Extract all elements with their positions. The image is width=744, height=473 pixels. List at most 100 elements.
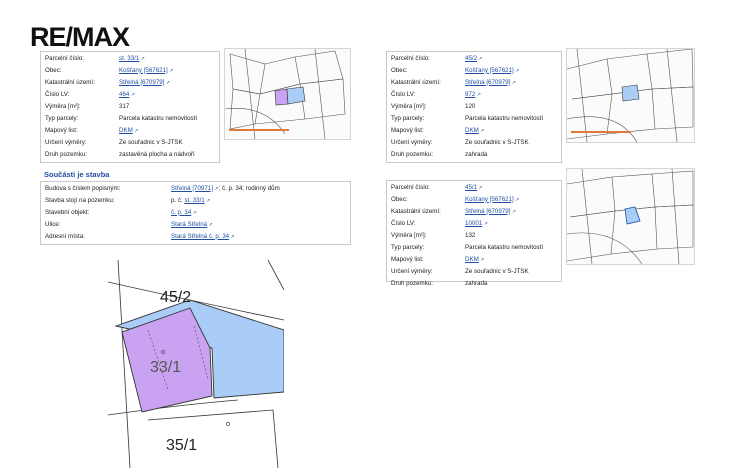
info-label: Parcelní číslo:: [391, 183, 430, 191]
info-value-cell: zahrada: [461, 148, 561, 160]
info-value-cell: Střelná [670979] ↗: [461, 76, 561, 88]
info-value: 132: [465, 231, 476, 239]
info-value-cell: 464 ↗: [115, 88, 219, 100]
external-link-icon[interactable]: ↗: [229, 234, 235, 240]
info-label: Ulice:: [45, 220, 61, 228]
info-label: Parcelní číslo:: [45, 54, 84, 62]
info-label: Stavba stojí na pozemku:: [45, 196, 115, 204]
info-value-cell: zahrada: [461, 277, 561, 289]
info-value: zastavěná plocha a nádvoří: [119, 150, 195, 158]
info-label: Obec:: [391, 195, 408, 203]
external-link-icon[interactable]: ↗: [514, 68, 519, 74]
external-link-icon[interactable]: ↗: [133, 128, 138, 134]
info-link[interactable]: 464: [119, 91, 129, 98]
external-link-icon[interactable]: ↗: [477, 185, 482, 191]
info-value-cell: Košťany [567621] ↗: [115, 64, 219, 76]
info-link[interactable]: Košťany [567621]: [465, 67, 514, 74]
external-link-icon[interactable]: ↗: [510, 209, 516, 215]
external-link-icon[interactable]: ↗: [514, 197, 519, 203]
external-link-icon[interactable]: ↗: [191, 210, 197, 216]
info-value: Parcela katastru nemovitostí: [465, 114, 544, 122]
info-row: Obec: Košťany [567621] ↗: [41, 64, 219, 76]
external-link-icon[interactable]: ↗: [479, 257, 484, 263]
info-link[interactable]: 10001: [465, 220, 482, 227]
info-link[interactable]: Košťany [567621]: [119, 67, 168, 74]
info-link[interactable]: 45/2: [465, 55, 477, 62]
external-link-icon[interactable]: ↗: [510, 80, 516, 86]
info-row: Katastrální území: Střelná [670979] ↗: [387, 76, 561, 88]
info-link[interactable]: DKM: [119, 127, 133, 134]
cadastral-map-thumb: [225, 49, 346, 139]
info-link[interactable]: Košťany [567621]: [465, 196, 514, 203]
cadastral-map-thumb: [567, 169, 694, 264]
info-link[interactable]: DKM: [465, 256, 479, 263]
info-value-cell: Parcela katastru nemovitostí: [461, 112, 561, 124]
parcel-map-thumbnail-2[interactable]: [566, 48, 695, 143]
info-link[interactable]: 972: [465, 91, 475, 98]
info-label: Druh pozemku:: [45, 150, 87, 158]
cadastral-map-svg: 45/2 33/1 35/1: [107, 259, 285, 469]
info-row: Katastrální území: Střelná [670979] ↗: [387, 205, 561, 217]
info-row: Parcelní číslo: 45/2 ↗: [387, 52, 561, 64]
info-label: Druh pozemku:: [391, 150, 433, 158]
parcel-map-thumbnail-1[interactable]: [224, 48, 351, 140]
info-row: Ulice: Stará Střelná ↗: [41, 218, 350, 230]
info-row: Mapový list: DKM ↗: [387, 124, 561, 136]
external-link-icon[interactable]: ↗: [475, 92, 481, 98]
external-link-icon[interactable]: ↗: [129, 92, 135, 98]
info-value-cell: Střelná [670979] ↗: [115, 76, 219, 88]
info-link[interactable]: Stará Střelná: [171, 221, 207, 228]
info-row: Určení výměry: Ze souřadnic v S-JTSK: [387, 136, 561, 148]
info-link[interactable]: Střelná [670979]: [465, 79, 510, 86]
info-link[interactable]: Střelná [670979]: [119, 79, 164, 86]
info-value-cell: Stará Střelná ↗: [167, 218, 350, 230]
info-link[interactable]: Střelná [670979]: [465, 208, 510, 215]
info-row: Mapový list: DKM ↗: [41, 124, 219, 136]
info-label: Typ parcely:: [391, 114, 425, 122]
info-row: Číslo LV: 10001 ↗: [387, 217, 561, 229]
info-label: Adresní místa:: [45, 232, 85, 240]
info-row: Výměra [m²]: 132: [387, 229, 561, 241]
section-title-stavba: Součásti je stavba: [44, 170, 110, 179]
logo-text: RE/MAX: [30, 22, 130, 52]
external-link-icon[interactable]: ↗: [479, 128, 484, 134]
external-link-icon[interactable]: ↗: [164, 80, 170, 86]
info-link[interactable]: 45/1: [465, 184, 477, 191]
stavba-info: Budova s číslem popisným: Střelná [70971]…: [40, 181, 351, 245]
external-link-icon[interactable]: ↗: [207, 222, 213, 228]
info-label: Stavební objekt:: [45, 208, 90, 216]
info-value: Parcela katastru nemovitostí: [465, 243, 544, 251]
info-value-cell: 45/1 ↗: [461, 181, 561, 193]
external-link-icon[interactable]: ↗: [482, 221, 488, 227]
info-value-cell: Ze souřadnic v S-JTSK: [115, 136, 219, 148]
parcel-map-thumbnail-3[interactable]: [566, 168, 695, 265]
info-link[interactable]: st. 33/1: [119, 55, 139, 62]
info-value: Ze souřadnic v S-JTSK: [119, 138, 183, 146]
info-link[interactable]: Stará Střelná č. p. 34: [171, 233, 229, 240]
info-value: Ze souřadnic v S-JTSK: [465, 138, 529, 146]
info-value: Ze souřadnic v S-JTSK: [465, 267, 529, 275]
external-link-icon[interactable]: ↗: [139, 56, 145, 62]
info-link[interactable]: DKM: [465, 127, 479, 134]
info-label: Druh pozemku:: [391, 279, 433, 287]
external-link-icon[interactable]: ↗: [477, 56, 482, 62]
info-link[interactable]: Střelná [70971]: [171, 185, 213, 192]
external-link-icon[interactable]: ↗: [168, 68, 173, 74]
info-link[interactable]: č. p. 34: [171, 209, 191, 216]
info-value-cell: Parcela katastru nemovitostí: [115, 112, 219, 124]
info-value-cell: 972 ↗: [461, 88, 561, 100]
info-row: Adresní místa: Stará Střelná č. p. 34 ↗: [41, 230, 350, 242]
info-row: Parcelní číslo: st. 33/1 ↗: [41, 52, 219, 64]
cadastral-map-detail[interactable]: 45/2 33/1 35/1: [107, 259, 285, 469]
info-value-cell: Košťany [567621] ↗: [461, 64, 561, 76]
info-link[interactable]: st. 33/1: [184, 197, 204, 204]
info-label: Obec:: [391, 66, 408, 74]
info-row: Obec: Košťany [567621] ↗: [387, 64, 561, 76]
external-link-icon[interactable]: ↗: [205, 198, 210, 204]
cadastral-map-thumb: [567, 49, 694, 142]
info-row: Mapový list: DKM ↗: [387, 253, 561, 265]
info-label: Typ parcely:: [45, 114, 79, 122]
info-value-cell: DKM ↗: [461, 124, 561, 136]
info-value-cell: 45/2 ↗: [461, 52, 561, 64]
info-value: 317: [119, 102, 130, 110]
